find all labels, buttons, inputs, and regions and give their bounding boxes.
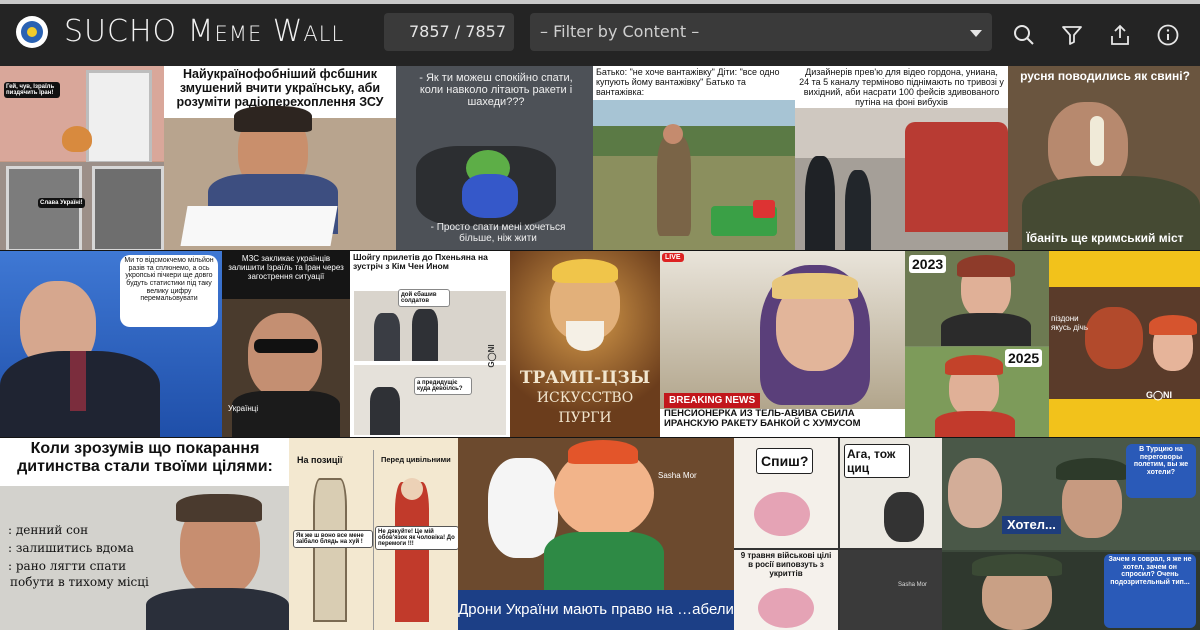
meme-title: ИСКУССТВО	[536, 390, 634, 406]
meme-caption: Їбаніть ще кримський міст	[1026, 231, 1184, 245]
meme-caption: Хотел...	[1002, 516, 1061, 535]
info-icon[interactable]	[1156, 23, 1180, 47]
meme-tile-truck[interactable]: Батько: "не хоче вантажівку" Діти: "все …	[593, 66, 795, 250]
meme-caption: піздони якусь дічь	[1051, 314, 1089, 332]
meme-tile-crying-boy[interactable]: Найукраїнофобніший фсбшник змушений вчит…	[164, 66, 396, 250]
meme-caption: МЗС закликає українців залишити Ізраїль …	[228, 254, 344, 281]
meme-caption: побути в тихому місці	[10, 575, 149, 589]
meme-tile-shoigu[interactable]: Шойгу прилетів до Пхеньяна на зустріч з …	[350, 251, 510, 437]
meme-caption: Батько: "не хоче вантажівку" Діти: "все …	[596, 67, 780, 97]
meme-caption: Дрони України мають право на …абели	[458, 590, 734, 630]
meme-caption: Перед цивільними	[381, 455, 451, 464]
meme-caption: На позиції	[297, 455, 343, 465]
meme-tile-pepe[interactable]: - Як ти можеш спокійно спати, коли навко…	[396, 66, 593, 250]
year-label: 2023	[909, 255, 947, 273]
meme-caption: Ага, тож циц	[844, 444, 910, 478]
meme-caption: Як же ш воно все мене заїбало блядь на х…	[293, 530, 373, 548]
meme-tile-putin[interactable]: Ми то відсмокчемо мільйон разів та сплюн…	[0, 251, 222, 437]
meme-tile-cat[interactable]: Гей, чув, Ізраїль пиздячить Іран! Слава …	[0, 66, 164, 250]
meme-caption: Шойгу прилетів до Пхеньяна на зустріч з …	[353, 252, 488, 272]
app-title: SUCHO Meme Wall	[64, 14, 345, 49]
meme-caption: Коли зрозумів що покарання дитинства ста…	[17, 440, 273, 476]
meme-tile-office[interactable]: Коли зрозумів що покарання дитинства ста…	[0, 438, 289, 630]
meme-tile-turkey[interactable]: В Турцию на переговоры полетим, вы же хо…	[942, 438, 1200, 630]
meme-caption: русня поводились як свині?	[1020, 69, 1190, 83]
meme-caption: Найукраїнофобніший фсбшник змушений вчит…	[176, 67, 384, 109]
meme-caption: Спиш?	[756, 448, 814, 474]
meme-caption: Слава Україні!	[38, 198, 85, 208]
meme-title: ТРАМП-ЦЗЫ	[519, 368, 651, 388]
breaking-news-label: BREAKING NEWS	[664, 393, 761, 408]
filter-placeholder: – Filter by Content –	[540, 22, 700, 41]
meme-caption: В Турцию на переговоры полетим, вы же хо…	[1133, 446, 1189, 477]
meme-tile-designers[interactable]: Дизайнерів прев'ю для відео гордона, уни…	[795, 66, 1008, 250]
top-bar: SUCHO Meme Wall 7857 / 7857 – Filter by …	[0, 0, 1200, 66]
meme-caption: дой єбашив солдатов	[398, 289, 450, 307]
meme-caption: Не дякуйте! Це мій обов'язок як чоловіка…	[375, 526, 458, 550]
brand-mark: G◯NI	[1145, 390, 1173, 400]
live-badge: LIVE	[662, 253, 684, 262]
year-label: 2025	[1005, 349, 1043, 367]
meme-caption: Українці	[228, 404, 259, 413]
meme-caption: - Просто спати мені хочеться більше, ніж…	[430, 222, 566, 244]
content-filter-select[interactable]: – Filter by Content –	[530, 13, 992, 51]
sucho-logo[interactable]	[16, 16, 48, 48]
meme-caption: : денний сон	[8, 523, 89, 537]
meme-tile-carlson[interactable]: Sasha Mor Дрони України мають право на ……	[458, 438, 734, 630]
meme-tile-brain[interactable]: Спиш? Ага, тож циц 9 травня військові ці…	[734, 438, 942, 630]
meme-tile-breaking-news[interactable]: LIVE BREAKING NEWS ПЕНСИОНЕРКА ИЗ ТЕЛЬ-А…	[660, 251, 905, 437]
artist-signature: Sasha Mor	[658, 471, 697, 480]
artist-signature: Sasha Mor	[898, 582, 928, 588]
share-icon[interactable]	[1108, 23, 1132, 47]
search-icon[interactable]	[1012, 23, 1036, 47]
meme-tile-zelensky[interactable]: русня поводились як свині? Їбаніть ще кр…	[1008, 66, 1200, 250]
meme-caption: Ми то відсмокчемо мільйон разів та сплюн…	[124, 257, 214, 303]
meme-caption: Зачем я соврал, я же не хотел, зачем он …	[1108, 556, 1192, 587]
meme-caption: Гей, чув, Ізраїль пиздячить Іран!	[4, 82, 60, 98]
filter-icon[interactable]	[1060, 23, 1084, 47]
meme-counter[interactable]: 7857 / 7857	[384, 13, 514, 51]
meme-tile-devil[interactable]: піздони якусь дічь G◯NI	[1049, 251, 1200, 437]
chevron-down-icon	[970, 30, 982, 37]
meme-tile-mzs[interactable]: МЗС закликає українців залишити Ізраїль …	[222, 251, 350, 437]
meme-tile-skeleton[interactable]: На позиції Перед цивільними Як же ш воно…	[289, 438, 458, 630]
brand-mark: G◯NI	[487, 344, 496, 368]
meme-caption: 9 травня військові цілі в росії виповзут…	[740, 551, 832, 578]
meme-caption: Дизайнерів прев'ю для відео гордона, уни…	[799, 67, 1004, 107]
news-headline: ПЕНСИОНЕРКА ИЗ ТЕЛЬ-АВИВА СБИЛА ИРАНСКУЮ…	[660, 408, 905, 437]
meme-caption: а предидущіє куда девоілсь?	[414, 377, 472, 395]
meme-tile-trump[interactable]: ТРАМП-ЦЗЫ ИСКУССТВО ПУРГИ	[510, 251, 660, 437]
meme-tile-years[interactable]: 2023 2025	[905, 251, 1049, 437]
meme-caption: : рано лягти спати	[8, 559, 127, 573]
meme-caption: : залишитись вдома	[8, 541, 134, 555]
meme-caption: - Як ти можеш спокійно спати, коли навко…	[419, 72, 573, 109]
meme-title: ПУРГИ	[558, 410, 612, 426]
